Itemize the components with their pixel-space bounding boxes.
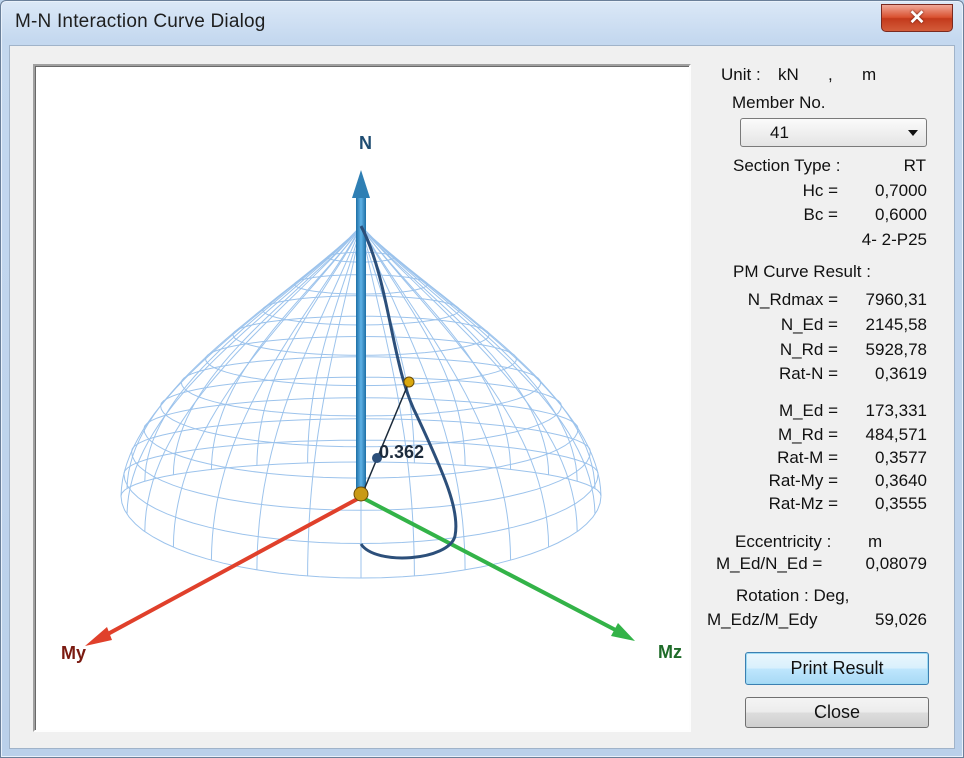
close-icon: ✕	[908, 7, 926, 29]
axis-label-mz: Mz	[658, 642, 682, 662]
unit-force: kN	[778, 65, 799, 84]
unit-separator: ,	[828, 65, 833, 84]
capacity-point	[403, 376, 415, 388]
rat-my-label: Rat-My =	[768, 471, 838, 490]
m-rd-label: M_Rd =	[778, 425, 838, 444]
rat-n-value: 0,3619	[875, 364, 927, 383]
mesh-meridian	[144, 225, 362, 482]
mesh-meridian	[144, 225, 362, 532]
m-ed-label: M_Ed =	[778, 401, 838, 420]
window-close-button[interactable]: ✕	[881, 4, 953, 32]
n-axis	[352, 170, 370, 497]
interaction-surface-viewport[interactable]: 0.362 N My Mz	[33, 64, 691, 732]
m-ed-value: 173,331	[865, 401, 927, 420]
hc-label: Hc =	[802, 181, 838, 200]
pm-curve-header: PM Curve Result :	[733, 262, 871, 281]
rotation-key: M_Edz/M_Edy	[707, 610, 818, 629]
rotation-label: Rotation : Deg,	[736, 586, 850, 605]
bc-value: 0,6000	[875, 205, 927, 224]
rat-mz-label: Rat-Mz =	[768, 494, 838, 513]
axis-label-n: N	[359, 133, 372, 153]
rebar-spec: 4- 2-P25	[861, 230, 927, 249]
eccentricity-label: Eccentricity :	[735, 532, 832, 551]
dialog-client-area: 0.362 N My Mz Unit : kN , m Member No. 4…	[9, 45, 955, 749]
n-rdmax-value: 7960,31	[865, 290, 927, 309]
eccentricity-value: 0,08079	[865, 554, 927, 573]
dialog-window: M-N Interaction Curve Dialog ✕ 0.362 N M…	[0, 0, 964, 758]
mz-axis	[360, 495, 635, 641]
origin-point	[353, 486, 369, 502]
n-ed-value: 2145,58	[865, 315, 927, 334]
eccentricity-unit: m	[868, 532, 883, 551]
rotation-value: 59,026	[875, 610, 927, 629]
m-rd-value: 484,571	[865, 425, 927, 444]
rat-n-label: Rat-N =	[778, 364, 838, 383]
mesh-meridian	[360, 225, 578, 532]
my-axis	[85, 495, 362, 646]
interaction-surface-graphic: 0.362 N My Mz	[61, 133, 682, 663]
rat-mz-value: 0,3555	[875, 494, 927, 513]
n-rd-value: 5928,78	[865, 340, 927, 359]
section-type-value: RT	[903, 156, 926, 175]
rat-my-value: 0,3640	[875, 471, 927, 490]
load-vector-line	[360, 381, 410, 498]
unit-length: m	[862, 65, 877, 84]
section-type-label: Section Type :	[733, 156, 841, 175]
close-button[interactable]: Close	[745, 697, 929, 728]
unit-label: Unit :	[721, 65, 761, 84]
n-ed-label: N_Ed =	[780, 315, 838, 334]
mesh-meridian	[360, 225, 415, 576]
hc-value: 0,7000	[875, 181, 927, 200]
rat-m-label: Rat-M =	[777, 448, 838, 467]
ratio-label: 0.362	[379, 442, 424, 462]
n-rdmax-label: N_Rdmax =	[747, 290, 838, 309]
window-title: M-N Interaction Curve Dialog	[15, 11, 266, 32]
axis-label-my: My	[61, 643, 86, 663]
bc-label: Bc =	[803, 205, 839, 224]
result-panel: Unit : kN , m Member No. 41 Section Type…	[690, 46, 952, 746]
chevron-down-icon	[908, 130, 918, 136]
n-rd-label: N_Rd =	[779, 340, 838, 359]
print-result-button[interactable]: Print Result	[745, 652, 929, 685]
mesh-meridian	[120, 225, 362, 497]
eccentricity-key: M_Ed/N_Ed =	[716, 554, 823, 573]
title-bar[interactable]: M-N Interaction Curve Dialog ✕	[1, 1, 963, 45]
rat-m-value: 0,3577	[875, 448, 927, 467]
member-no-value: 41	[770, 123, 789, 142]
member-no-label: Member No.	[732, 93, 826, 112]
member-no-select[interactable]: 41	[740, 118, 927, 147]
